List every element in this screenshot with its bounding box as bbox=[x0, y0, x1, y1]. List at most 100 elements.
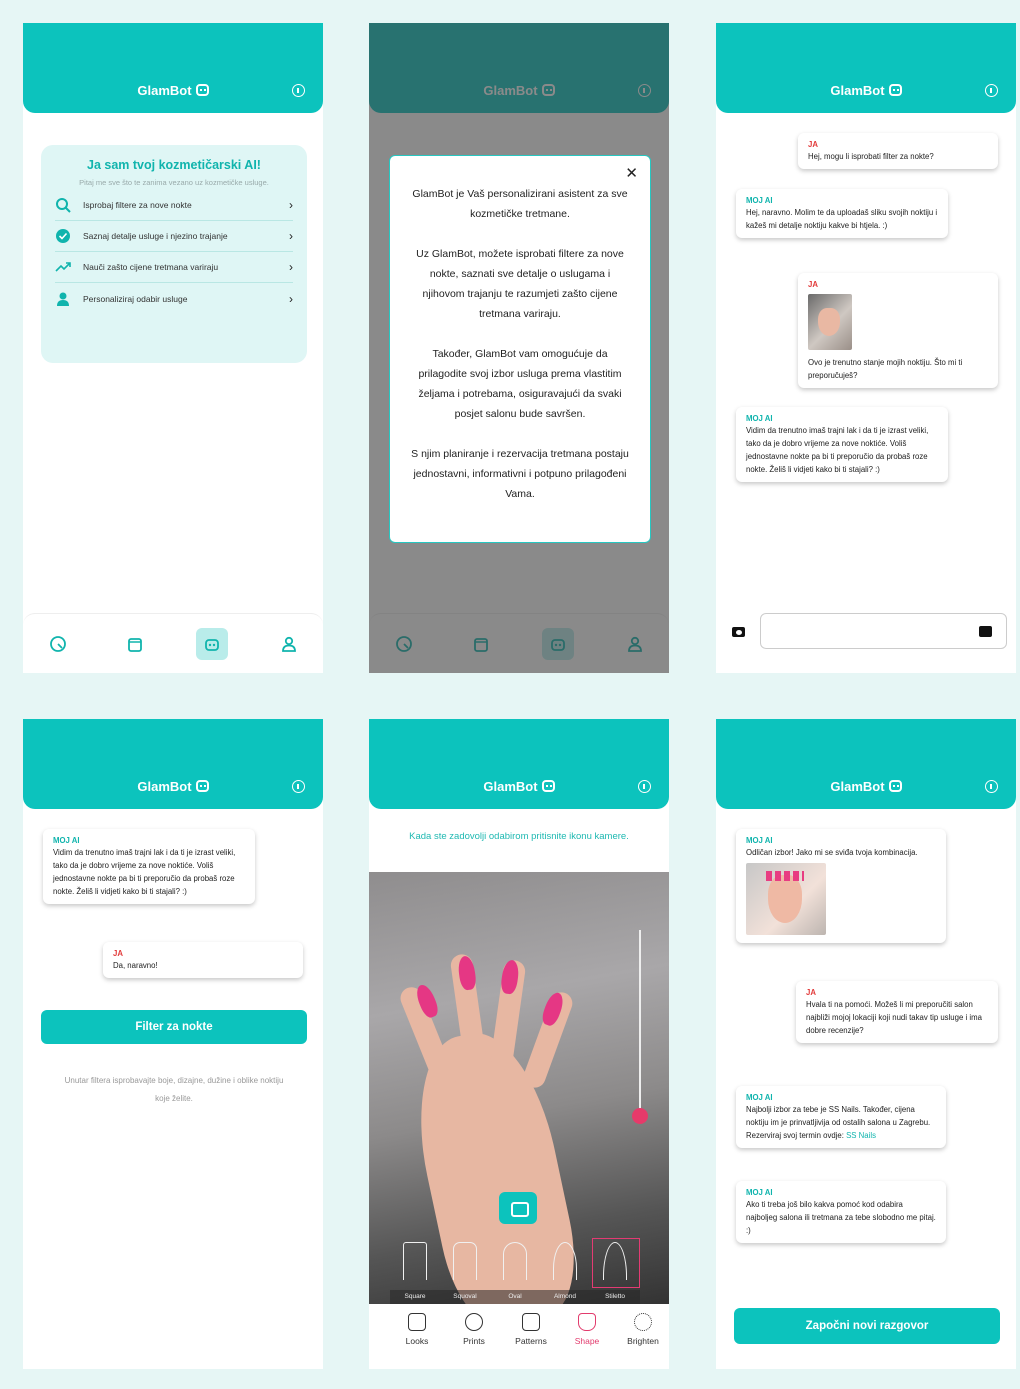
robot-icon bbox=[541, 780, 555, 792]
message-ai: MOJ AI Hej, naravno. Molim te da uploada… bbox=[736, 189, 948, 238]
search-icon bbox=[55, 197, 71, 213]
app-title: GlamBot bbox=[23, 83, 323, 98]
person-icon bbox=[55, 291, 71, 307]
shape-almond[interactable]: Almond bbox=[540, 1238, 590, 1304]
shape-oval[interactable]: Oval bbox=[490, 1238, 540, 1304]
tool-label: Prints bbox=[463, 1336, 485, 1346]
info-modal: ✕ GlamBot je Vaš personalizirani asisten… bbox=[389, 155, 651, 543]
tool-shape[interactable]: Shape bbox=[559, 1311, 615, 1346]
shape-outline bbox=[453, 1242, 477, 1280]
prints-icon bbox=[465, 1313, 483, 1331]
message-ai: MOJ AI Vidim da trenutno imaš trajni lak… bbox=[43, 829, 255, 904]
robot-icon bbox=[195, 780, 209, 792]
message-text: Vidim da trenutno imaš trajni lak i da t… bbox=[53, 848, 236, 896]
nav-profile-icon[interactable] bbox=[273, 628, 305, 660]
info-icon[interactable] bbox=[985, 84, 998, 97]
info-icon[interactable] bbox=[292, 84, 305, 97]
message-me: JA Ovo je trenutno stanje mojih noktiju.… bbox=[798, 273, 998, 388]
shape-square[interactable]: Square bbox=[390, 1238, 440, 1304]
message-me: JA Hvala ti na pomoći. Možeš li mi prepo… bbox=[796, 981, 998, 1043]
app-title: GlamBot bbox=[716, 83, 1016, 98]
robot-icon bbox=[195, 84, 209, 96]
check-badge-icon bbox=[55, 228, 71, 244]
message-ai: MOJ AI Ako ti treba još bilo kakva pomoć… bbox=[736, 1181, 946, 1243]
screen-home: GlamBot Ja sam tvoj kozmetičarski AI! Pi… bbox=[23, 23, 323, 673]
sender-label: MOJ AI bbox=[746, 1188, 773, 1197]
option-label: Saznaj detalje usluge i njezino trajanje bbox=[83, 231, 228, 241]
welcome-card: Ja sam tvoj kozmetičarski AI! Pitaj me s… bbox=[41, 145, 307, 363]
nav-bot-icon[interactable] bbox=[196, 628, 228, 660]
chevron-right-icon: › bbox=[289, 260, 293, 274]
camera-preview: Square Squoval Oval Almond Stiletto bbox=[369, 872, 669, 1304]
message-text: Hej, naravno. Molim te da uploadaš sliku… bbox=[746, 208, 938, 230]
brighten-icon bbox=[634, 1313, 652, 1331]
patterns-icon bbox=[522, 1313, 540, 1331]
sender-label: MOJ AI bbox=[53, 836, 80, 845]
brightness-slider-handle[interactable] bbox=[632, 1108, 648, 1124]
trend-icon bbox=[55, 259, 71, 275]
info-icon[interactable] bbox=[985, 780, 998, 793]
sender-label: JA bbox=[808, 280, 818, 289]
message-input[interactable] bbox=[760, 613, 1007, 649]
option-try-filters[interactable]: Isprobaj filtere za nove nokte › bbox=[55, 190, 293, 221]
close-icon[interactable]: ✕ bbox=[625, 164, 638, 184]
chevron-right-icon: › bbox=[289, 291, 293, 306]
option-price-variation[interactable]: Nauči zašto cijene tretmana variraju › bbox=[55, 252, 293, 283]
header: GlamBot bbox=[23, 719, 323, 809]
shape-label: Oval bbox=[490, 1290, 540, 1304]
hand-photo[interactable] bbox=[808, 294, 852, 350]
image-upload-icon[interactable] bbox=[979, 626, 992, 637]
looks-icon bbox=[408, 1313, 426, 1331]
shape-picker: Square Squoval Oval Almond Stiletto bbox=[369, 1238, 669, 1304]
new-conversation-button[interactable]: Započni novi razgovor bbox=[734, 1308, 1000, 1344]
option-personalize[interactable]: Personaliziraj odabir usluge › bbox=[55, 283, 293, 314]
nail-result-photo[interactable] bbox=[746, 863, 826, 935]
shape-squoval[interactable]: Squoval bbox=[440, 1238, 490, 1304]
tool-label: Looks bbox=[405, 1336, 429, 1346]
tool-looks[interactable]: Looks bbox=[389, 1311, 445, 1346]
salon-link[interactable]: SS Nails bbox=[846, 1131, 876, 1140]
info-icon[interactable] bbox=[292, 780, 305, 793]
nav-dashboard-icon[interactable] bbox=[42, 628, 74, 660]
tool-label: Patterns bbox=[515, 1336, 547, 1346]
shape-stiletto[interactable]: Stiletto bbox=[590, 1238, 640, 1304]
modal-paragraph: GlamBot je Vaš personalizirani asistent … bbox=[412, 188, 628, 220]
shape-icon bbox=[578, 1313, 596, 1331]
app-title: GlamBot bbox=[23, 779, 323, 794]
header: GlamBot bbox=[23, 23, 323, 113]
message-text: Hej, mogu li isprobati filter za nokte? bbox=[808, 152, 934, 161]
chevron-right-icon: › bbox=[289, 198, 293, 212]
shape-label: Squoval bbox=[440, 1290, 490, 1304]
message-text: Da, naravno! bbox=[113, 961, 158, 970]
robot-icon bbox=[888, 84, 902, 96]
message-text: Odličan izbor! Jako mi se sviđa tvoja ko… bbox=[746, 848, 918, 857]
sender-label: JA bbox=[806, 988, 816, 997]
screen-info-modal: GlamBot ✕ GlamBot je Vaš personalizirani… bbox=[369, 23, 669, 673]
message-ai: MOJ AI Najbolji izbor za tebe je SS Nail… bbox=[736, 1086, 946, 1148]
shutter-camera-button[interactable] bbox=[499, 1192, 537, 1224]
screen-chat-3: GlamBot MOJ AI Odličan izbor! Jako mi se… bbox=[716, 719, 1016, 1369]
option-label: Nauči zašto cijene tretmana variraju bbox=[83, 262, 219, 272]
message-text: Vidim da trenutno imaš trajni lak i da t… bbox=[746, 426, 929, 474]
tool-patterns[interactable]: Patterns bbox=[503, 1311, 559, 1346]
chevron-right-icon: › bbox=[289, 229, 293, 243]
tool-prints[interactable]: Prints bbox=[446, 1311, 502, 1346]
option-service-details[interactable]: Saznaj detalje usluge i njezino trajanje… bbox=[55, 221, 293, 252]
modal-paragraph: S njim planiranje i rezervacija tretmana… bbox=[411, 448, 629, 500]
shape-outline bbox=[503, 1242, 527, 1280]
robot-icon bbox=[888, 780, 902, 792]
welcome-heading: Ja sam tvoj kozmetičarski AI! bbox=[87, 158, 261, 172]
nav-calendar-icon[interactable] bbox=[119, 628, 151, 660]
sender-label: JA bbox=[113, 949, 123, 958]
brightness-slider-track[interactable] bbox=[639, 930, 641, 1120]
modal-paragraph: Također, GlamBot vam omogućuje da prilag… bbox=[418, 348, 622, 420]
screen-nail-filter: GlamBot Kada ste zadovolji odabirom prit… bbox=[369, 719, 669, 1369]
shape-outline bbox=[403, 1242, 427, 1280]
nail-filter-button[interactable]: Filter za nokte bbox=[41, 1010, 307, 1044]
shape-label: Almond bbox=[540, 1290, 590, 1304]
sender-label: MOJ AI bbox=[746, 836, 773, 845]
tool-brighten[interactable]: Brighten bbox=[615, 1311, 669, 1346]
camera-icon[interactable] bbox=[732, 627, 745, 637]
app-title: GlamBot bbox=[716, 779, 1016, 794]
info-icon[interactable] bbox=[638, 780, 651, 793]
